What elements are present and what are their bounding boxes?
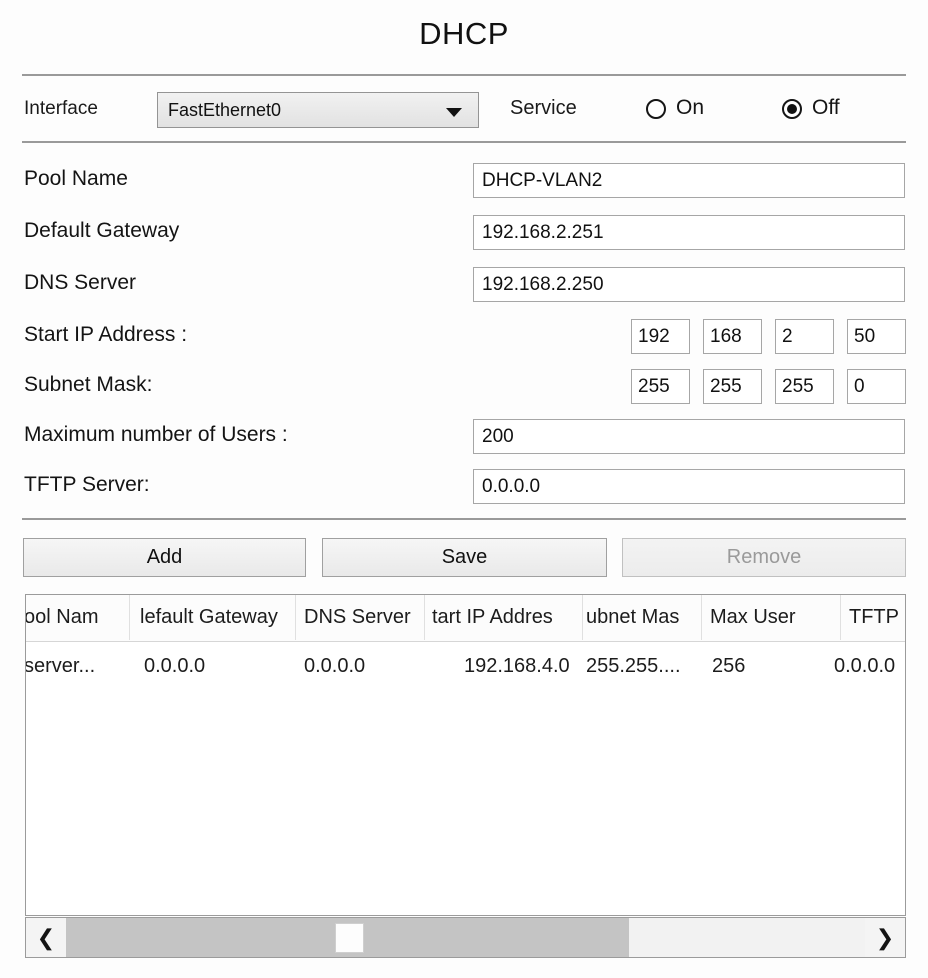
- form-field-label: Default Gateway: [24, 219, 180, 242]
- table-column-header[interactable]: tart IP Addres: [428, 595, 583, 640]
- table-column-header[interactable]: DNS Server: [300, 595, 425, 640]
- form-field-label: Maximum number of Users :: [24, 423, 288, 446]
- radio-off-indicator: [782, 99, 802, 119]
- save-button[interactable]: Save: [322, 538, 607, 577]
- interface-selected-value: FastEthernet0: [168, 100, 282, 120]
- interface-row: Interface FastEthernet0 Service On Off: [0, 92, 928, 132]
- scrollbar-track[interactable]: [66, 918, 865, 957]
- octet-input-1[interactable]: [631, 369, 690, 404]
- radio-on-indicator: [646, 99, 666, 119]
- scrollbar-thumb[interactable]: [335, 923, 364, 953]
- table-cell: 0.0.0.0: [834, 655, 896, 677]
- octet-input-3[interactable]: [775, 369, 834, 404]
- form-row: Pool Name: [0, 163, 928, 201]
- page-title: DHCP: [0, 16, 928, 52]
- chevron-right-icon[interactable]: ❯: [865, 918, 905, 957]
- chevron-left-icon[interactable]: ❮: [26, 918, 66, 957]
- octet-input-3[interactable]: [775, 319, 834, 354]
- table-cell: 0.0.0.0: [304, 655, 366, 677]
- dhcp-config-panel: DHCP Interface FastEthernet0 Service On …: [0, 0, 928, 978]
- form-field-input[interactable]: [473, 419, 905, 454]
- form-field-label: TFTP Server:: [24, 473, 150, 496]
- octet-input-2[interactable]: [703, 319, 762, 354]
- horizontal-scrollbar[interactable]: ❮ ❯: [25, 917, 906, 958]
- table-header-row: ool Nam lefault Gateway DNS Server tart IP …: [26, 595, 905, 642]
- form-row: Start IP Address :: [0, 319, 928, 357]
- octet-group: [631, 319, 906, 354]
- form-row: Subnet Mask:: [0, 369, 928, 407]
- remove-button[interactable]: Remove: [622, 538, 906, 577]
- form-field-input[interactable]: [473, 267, 905, 302]
- divider-middle: [22, 141, 906, 143]
- form-field-input[interactable]: [473, 469, 905, 504]
- octet-input-1[interactable]: [631, 319, 690, 354]
- octet-group: [631, 369, 906, 404]
- octet-input-2[interactable]: [703, 369, 762, 404]
- table-cell: 256: [712, 655, 746, 677]
- table-column-header[interactable]: TFTP: [845, 595, 905, 640]
- page-title-text: DHCP: [419, 16, 509, 51]
- table-column-header[interactable]: ool Nam: [26, 595, 130, 640]
- table-column-header[interactable]: lefault Gateway: [136, 595, 296, 640]
- add-button[interactable]: Add: [23, 538, 306, 577]
- radio-off-label: Off: [812, 96, 840, 119]
- divider-top: [22, 74, 906, 76]
- table-column-header[interactable]: ubnet Mas: [582, 595, 702, 640]
- table-cell: 0.0.0.0: [144, 655, 206, 677]
- interface-label: Interface: [24, 98, 98, 119]
- form-field-label: Start IP Address :: [24, 323, 188, 346]
- service-label: Service: [510, 97, 577, 119]
- form-field-input[interactable]: [473, 163, 905, 198]
- table-body: server... 0.0.0.0 0.0.0.0 192.168.4.0 255.25…: [26, 642, 905, 690]
- octet-input-4[interactable]: [847, 369, 906, 404]
- form-field-label: Pool Name: [24, 167, 128, 190]
- table-column-header[interactable]: Max User: [706, 595, 841, 640]
- form-row: DNS Server: [0, 267, 928, 305]
- table-cell: 255.255....: [586, 655, 681, 677]
- action-button-row: Add Save Remove: [0, 538, 928, 578]
- form-row: Default Gateway: [0, 215, 928, 253]
- table-cell: server...: [25, 655, 96, 677]
- chevron-down-icon: [446, 108, 462, 117]
- form-field-input[interactable]: [473, 215, 905, 250]
- form-field-label: Subnet Mask:: [24, 373, 153, 396]
- form-row: Maximum number of Users :: [0, 419, 928, 457]
- radio-on-label: On: [676, 96, 705, 119]
- octet-input-4[interactable]: [847, 319, 906, 354]
- interface-dropdown[interactable]: FastEthernet0: [157, 92, 479, 128]
- divider-bottom: [22, 518, 906, 520]
- table-row[interactable]: server... 0.0.0.0 0.0.0.0 192.168.4.0 255.25…: [26, 642, 905, 690]
- dhcp-pool-table: ool Nam lefault Gateway DNS Server tart IP …: [25, 594, 906, 916]
- form-field-label: DNS Server: [24, 271, 137, 294]
- form-row: TFTP Server:: [0, 469, 928, 507]
